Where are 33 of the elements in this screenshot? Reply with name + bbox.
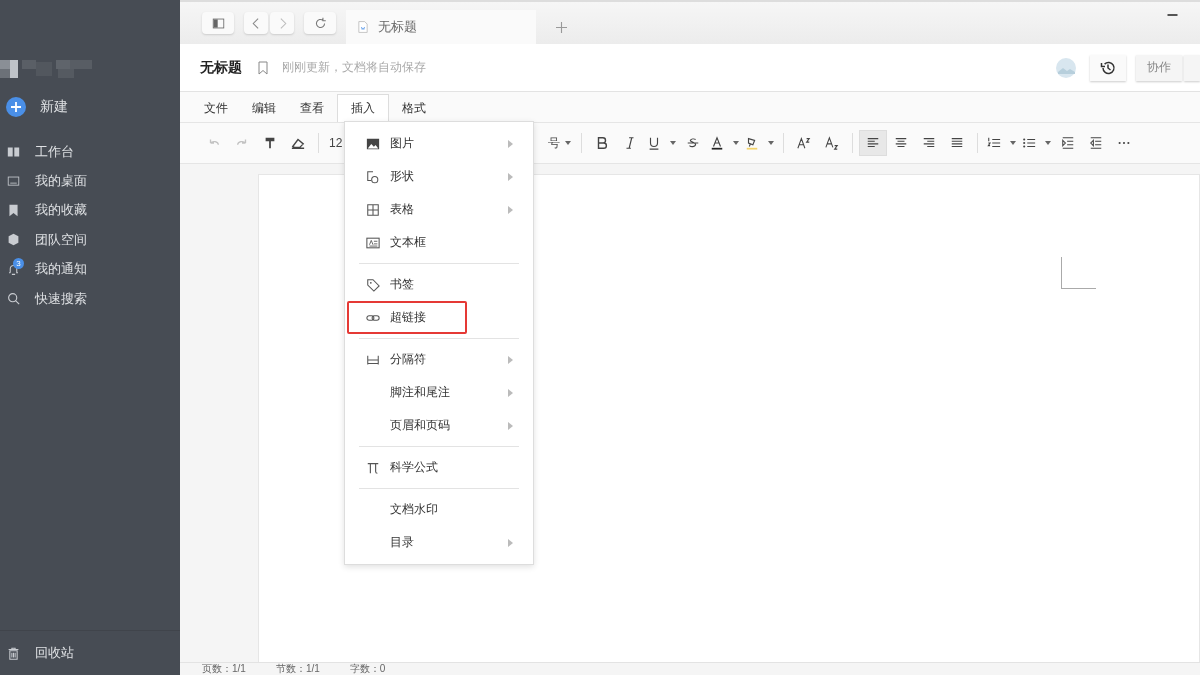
- sidebar-item[interactable]: 快速搜索: [0, 283, 180, 314]
- menu-tab[interactable]: 插入: [337, 94, 389, 122]
- menu-item[interactable]: 分隔符: [347, 343, 531, 376]
- menu-item[interactable]: 目录: [347, 526, 531, 559]
- menu-item[interactable]: 形状: [347, 160, 531, 193]
- status-text: 节数：1/1: [275, 663, 320, 675]
- menu-tab[interactable]: 查看: [289, 94, 335, 122]
- menu-item[interactable]: 页眉和页码: [347, 409, 531, 442]
- menu-tab[interactable]: 格式: [391, 94, 437, 122]
- new-button[interactable]: 新建: [0, 94, 74, 120]
- save-status: 刚刚更新，文档将自动保存: [282, 59, 426, 76]
- menu-item[interactable]: 科学公式: [347, 451, 531, 484]
- sidebar-item[interactable]: 3 我的通知: [0, 254, 180, 284]
- sidebar-item[interactable]: 团队空间: [0, 225, 180, 255]
- document-title: 无标题: [200, 58, 242, 77]
- font-field[interactable]: 12: [325, 136, 347, 150]
- sidebar-item[interactable]: 我的桌面: [0, 166, 180, 196]
- menu-item[interactable]: 图片: [347, 127, 531, 160]
- menu-tab[interactable]: 文件: [193, 94, 239, 122]
- menu-item[interactable]: 文本框: [347, 226, 531, 259]
- font-field[interactable]: 号: [544, 134, 576, 152]
- sidebar-item[interactable]: 我的收藏: [0, 195, 180, 226]
- menu-item[interactable]: 表格: [347, 193, 531, 226]
- menu-tab[interactable]: 编辑: [241, 94, 287, 122]
- menu-item[interactable]: 脚注和尾注: [347, 376, 531, 409]
- menu-item[interactable]: 超链接: [347, 301, 467, 334]
- browser-tab[interactable]: 无标题: [346, 10, 536, 44]
- status-text: 页数：1/1: [202, 663, 246, 675]
- notification-badge: 3: [13, 257, 24, 269]
- sidebar-item[interactable]: 工作台: [0, 137, 180, 167]
- menu-item[interactable]: 书签: [347, 268, 531, 301]
- menu-item[interactable]: 文档水印: [347, 493, 531, 526]
- status-text: 字数：0: [349, 663, 386, 675]
